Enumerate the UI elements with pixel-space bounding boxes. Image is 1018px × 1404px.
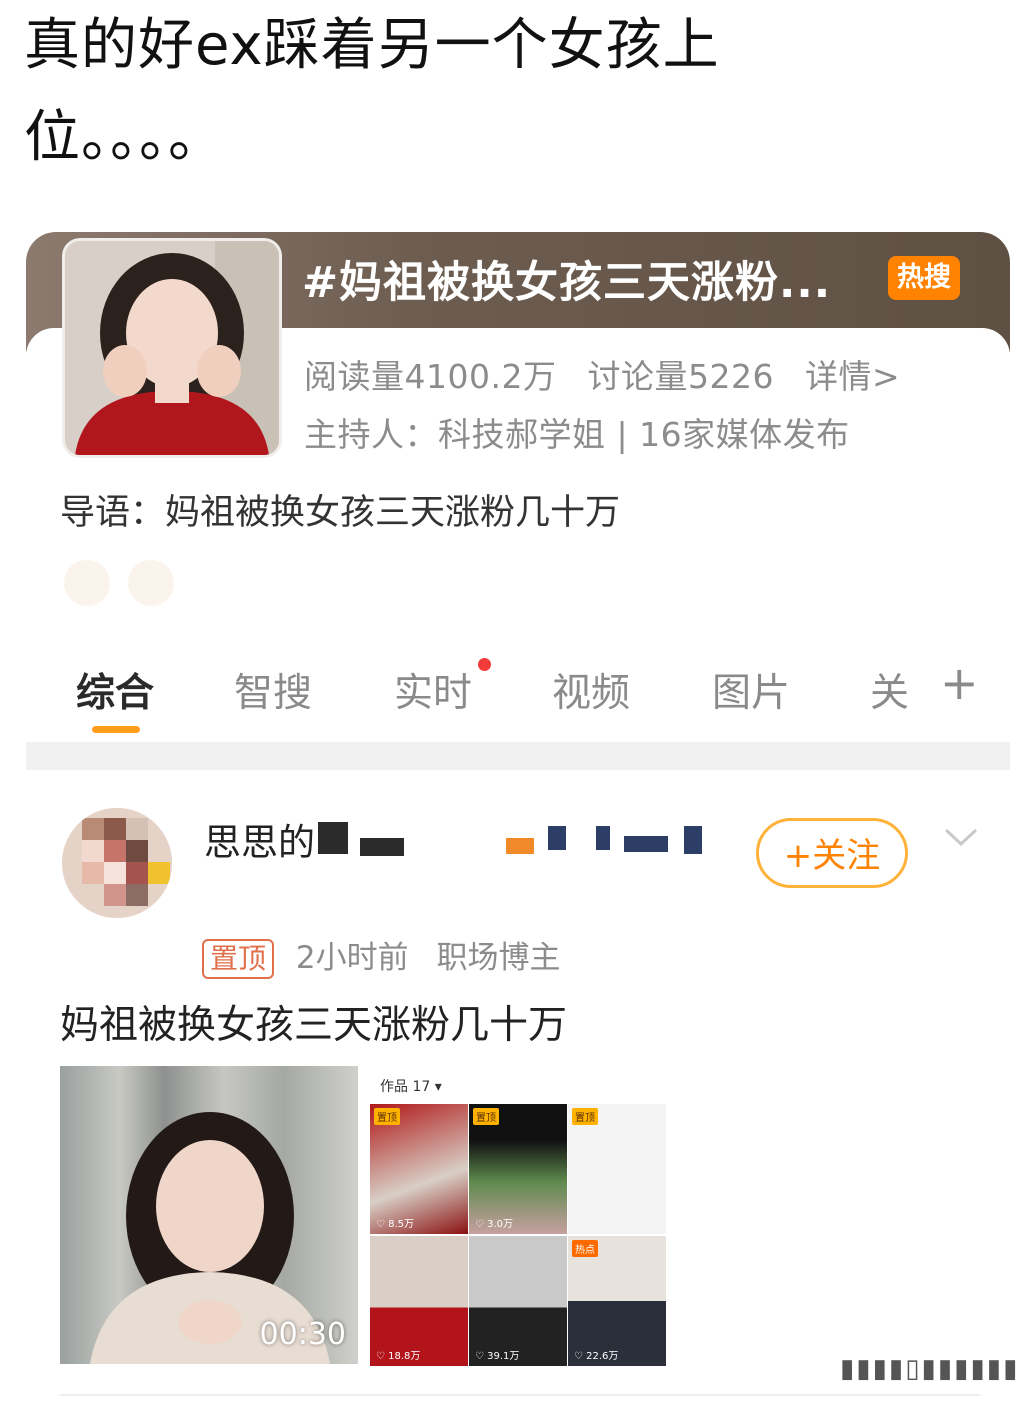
details-link[interactable]: 详情> <box>805 357 900 396</box>
cell-badge: 置顶 <box>374 1108 400 1125</box>
cell-likes: ♡ 39.1万 <box>475 1351 520 1362</box>
redaction-block <box>548 826 566 850</box>
discussion-count: 讨论量5226 <box>587 357 774 396</box>
user-role: 职场博主 <box>436 940 561 976</box>
participant-avatar <box>64 560 110 606</box>
active-tab-indicator <box>92 726 140 733</box>
hot-search-badge: 热搜 <box>888 256 960 300</box>
chevron-down-icon[interactable] <box>944 820 978 854</box>
cell-badge: 热点 <box>572 1240 598 1257</box>
caption-line-1: 真的好ex踩着另一个女孩上 <box>24 13 720 78</box>
video-thumbnail[interactable]: 00:30 <box>60 1066 358 1364</box>
topic-stats: 阅读量4100.2万 讨论量5226 详情> <box>304 350 920 398</box>
cell-badge: 置顶 <box>572 1108 598 1125</box>
redaction-block <box>506 838 534 854</box>
works-count: 作品 17 ▾ <box>380 1079 442 1095</box>
portrait-image <box>65 241 279 455</box>
tab-follow[interactable]: 关 <box>870 662 909 718</box>
cell-badge: 置顶 <box>473 1108 499 1125</box>
post-time: 2小时前 <box>295 940 409 976</box>
video-duration: 00:30 <box>259 1317 346 1352</box>
username-text: 思思的 <box>204 821 315 864</box>
redaction-block <box>360 838 404 856</box>
post-text[interactable]: 妈祖被换女孩三天涨粉几十万 <box>60 994 567 1050</box>
new-indicator-dot <box>478 658 491 671</box>
pixelated-avatar-image <box>62 808 172 918</box>
works-grid-image[interactable]: 作品 17 ▾ 置顶 ♡ 8.5万 置顶 ♡ 3.0万 置顶 ♡ 18.8万 ♡… <box>366 1066 668 1366</box>
add-tab-icon[interactable]: + <box>940 656 979 710</box>
caption-line-2: 位。。。。 <box>24 105 225 170</box>
redaction-block <box>684 826 702 854</box>
topic-title[interactable]: #妈祖被换女孩三天涨粉... <box>302 248 862 310</box>
grid-cell: ♡ 18.8万 <box>370 1236 468 1366</box>
redaction-block <box>318 822 348 854</box>
grid-cell: ♡ 39.1万 <box>469 1236 567 1366</box>
post-bottom-divider <box>60 1394 980 1396</box>
participant-avatar <box>128 560 174 606</box>
cell-likes: ♡ 18.8万 <box>376 1351 421 1362</box>
tab-smart-search[interactable]: 智搜 <box>234 662 312 718</box>
topic-thumbnail[interactable] <box>62 238 282 458</box>
follow-button[interactable]: +关注 <box>756 818 908 888</box>
post-meta: 置顶 2小时前 职场博主 <box>202 932 560 979</box>
grid-cell: 置顶 ♡ 8.5万 <box>370 1104 468 1234</box>
tab-realtime[interactable]: 实时 <box>394 662 472 718</box>
cell-likes: ♡ 8.5万 <box>376 1219 415 1230</box>
grid-cell: 置顶 ♡ 3.0万 <box>469 1104 567 1234</box>
redaction-block <box>624 836 668 852</box>
grid-cell: 热点 ♡ 22.6万 <box>568 1236 666 1366</box>
avatar[interactable] <box>62 808 172 918</box>
read-count: 阅读量4100.2万 <box>304 357 557 396</box>
post-caption: 真的好ex踩着另一个女孩上 位。。。。 <box>24 0 784 184</box>
redaction-block <box>596 826 610 850</box>
tab-bar: 综合 智搜 实时 视频 图片 关 + <box>26 654 1010 734</box>
watermark-icon: ▮▮▮▮▯▮▮▮▮▮▮▮▮ <box>840 1354 1018 1384</box>
username[interactable]: 思思的 <box>204 812 315 866</box>
cell-likes: ♡ 3.0万 <box>475 1219 514 1230</box>
pinned-badge: 置顶 <box>202 939 275 979</box>
tab-comprehensive[interactable]: 综合 <box>76 662 154 718</box>
section-divider <box>26 742 1010 770</box>
topic-host: 主持人：科技郝学姐 | 16家媒体发布 <box>304 415 850 454</box>
tab-images[interactable]: 图片 <box>712 662 790 718</box>
grid-cell: 置顶 <box>568 1104 666 1234</box>
topic-guide: 导语：妈祖被换女孩三天涨粉几十万 <box>60 493 621 533</box>
tab-video[interactable]: 视频 <box>552 662 630 718</box>
cell-likes: ♡ 22.6万 <box>574 1351 619 1362</box>
